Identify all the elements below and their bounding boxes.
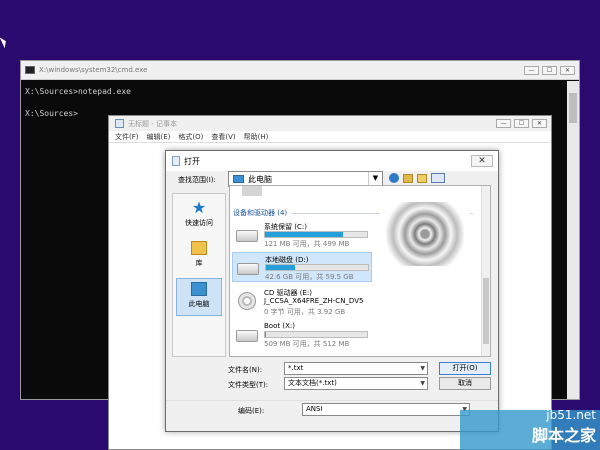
file-list-scrollbar[interactable] <box>481 186 490 356</box>
filename-value: *.txt <box>288 364 304 372</box>
filename-input[interactable]: *.txt ▼ <box>284 362 428 375</box>
hard-drive-icon <box>237 263 259 275</box>
cd-drive-icon <box>238 292 256 310</box>
notepad-close-button[interactable]: ✕ <box>532 119 547 128</box>
notepad-minimize-button[interactable]: — <box>496 119 511 128</box>
watermark-name: 脚本之家 <box>531 426 596 445</box>
drive-item[interactable]: 本地磁盘 (D:) 42.6 GB 可用，共 59.5 GB <box>232 252 372 282</box>
cmd-scroll-thumb[interactable] <box>569 93 577 123</box>
computer-icon <box>191 282 207 296</box>
filetype-label: 文件类型(T): <box>228 381 269 389</box>
drive-item[interactable]: Boot (X:) 509 MB 可用，共 512 MB <box>232 320 372 350</box>
scroll-thumb[interactable] <box>483 278 489 344</box>
notepad-menubar: 文件(F) 编辑(E) 格式(O) 查看(V) 帮助(H) <box>109 131 551 143</box>
cmd-close-button[interactable]: ✕ <box>560 65 575 75</box>
library-icon <box>191 241 207 255</box>
hard-drive-icon <box>236 230 258 242</box>
star-icon: ★ <box>191 198 207 217</box>
drive-usage-bar <box>264 231 368 238</box>
filetype-select[interactable]: 文本文档(*.txt) ▼ <box>284 377 428 390</box>
chevron-down-icon[interactable]: ▼ <box>420 363 425 374</box>
filetype-value: 文本文档(*.txt) <box>288 379 337 387</box>
places-bar: ★ 快速访问 库 此电脑 <box>172 193 226 357</box>
new-folder-icon[interactable] <box>417 173 427 183</box>
drive-usage-bar <box>265 264 369 271</box>
view-menu-icon[interactable] <box>431 173 445 183</box>
notepad-titlebar[interactable]: 无标题 - 记事本 — ☐ ✕ <box>109 116 551 131</box>
drive-name: Boot (X:) <box>264 322 295 330</box>
watermark-url: jb51.net <box>546 408 596 422</box>
place-libraries[interactable]: 库 <box>176 238 222 276</box>
dialog-icon <box>172 156 180 166</box>
open-dialog: 打开 ✕ 查找范围(I): 此电脑 ▼ ★ 快速访问 库 此电脑 设备和驱动器 … <box>165 150 499 432</box>
drive-item[interactable]: 系统保留 (C:) 121 MB 可用，共 499 MB <box>232 220 372 250</box>
place-this-pc[interactable]: 此电脑 <box>176 278 222 316</box>
place-quick-access[interactable]: ★ 快速访问 <box>176 198 222 236</box>
drive-info: 42.6 GB 可用，共 59.5 GB <box>265 273 354 281</box>
drive-info: 0 字节 可用，共 3.92 GB <box>264 308 346 316</box>
cancel-button[interactable]: 取消 <box>439 377 491 390</box>
file-list[interactable]: 设备和驱动器 (4) 系统保留 (C:) 121 MB 可用，共 499 MB … <box>229 185 491 357</box>
drive-info: 121 MB 可用，共 499 MB <box>264 240 350 248</box>
cmd-scrollbar[interactable] <box>567 81 579 399</box>
cmd-title: X:\windows\system32\cmd.exe <box>39 66 148 74</box>
menu-help[interactable]: 帮助(H) <box>244 132 269 142</box>
chevron-down-icon[interactable]: ▼ <box>368 172 382 186</box>
cmd-line: X:\Sources>notepad.exe <box>25 87 131 96</box>
menu-edit[interactable]: 编辑(E) <box>147 132 171 142</box>
cmd-minimize-button[interactable]: — <box>524 65 539 75</box>
watermark: jb51.net 脚本之家 <box>532 408 596 446</box>
place-label: 库 <box>195 259 203 267</box>
drive-item[interactable]: CD 驱动器 (E:) J_CCSA_X64FRE_ZH-CN_DV5 0 字节… <box>232 286 372 318</box>
up-folder-icon[interactable] <box>403 173 413 183</box>
hard-drive-icon <box>236 330 258 342</box>
filename-label: 文件名(N): <box>228 366 263 374</box>
dialog-title: 打开 <box>184 156 200 166</box>
back-icon[interactable] <box>389 173 399 183</box>
computer-icon <box>233 175 244 183</box>
cmd-maximize-button[interactable]: ☐ <box>542 65 557 75</box>
menu-format[interactable]: 格式(O) <box>178 132 203 142</box>
encoding-select[interactable]: ANSI ▼ <box>302 403 470 416</box>
encoding-value: ANSI <box>306 405 323 413</box>
mouse-cursor-icon <box>0 35 9 49</box>
cmd-icon <box>25 66 35 74</box>
drive-usage-bar <box>264 331 368 338</box>
cmd-titlebar[interactable]: X:\windows\system32\cmd.exe — ☐ ✕ <box>21 61 579 80</box>
dialog-close-button[interactable]: ✕ <box>471 155 493 167</box>
notepad-icon <box>115 119 124 128</box>
preview-image <box>380 202 470 266</box>
group-header-label: 设备和驱动器 (4) <box>233 209 288 217</box>
place-label: 快速访问 <box>185 219 213 227</box>
notepad-title: 无标题 - 记事本 <box>128 119 177 128</box>
menu-view[interactable]: 查看(V) <box>211 132 235 142</box>
open-button[interactable]: 打开(O) <box>439 362 491 375</box>
chevron-down-icon[interactable]: ▼ <box>420 378 425 389</box>
place-label: 此电脑 <box>188 300 210 308</box>
list-item[interactable] <box>242 186 262 196</box>
look-in-label: 查找范围(I): <box>178 176 216 184</box>
drive-info: 509 MB 可用，共 512 MB <box>264 340 350 348</box>
look-in-value: 此电脑 <box>248 174 272 184</box>
encoding-label: 编码(E): <box>238 407 265 415</box>
dialog-titlebar[interactable]: 打开 ✕ <box>166 151 498 171</box>
encoding-row: 编码(E): ANSI ▼ <box>166 400 498 432</box>
drive-volume-label: J_CCSA_X64FRE_ZH-CN_DV5 <box>264 297 364 305</box>
menu-file[interactable]: 文件(F) <box>115 132 139 142</box>
notepad-maximize-button[interactable]: ☐ <box>514 119 529 128</box>
